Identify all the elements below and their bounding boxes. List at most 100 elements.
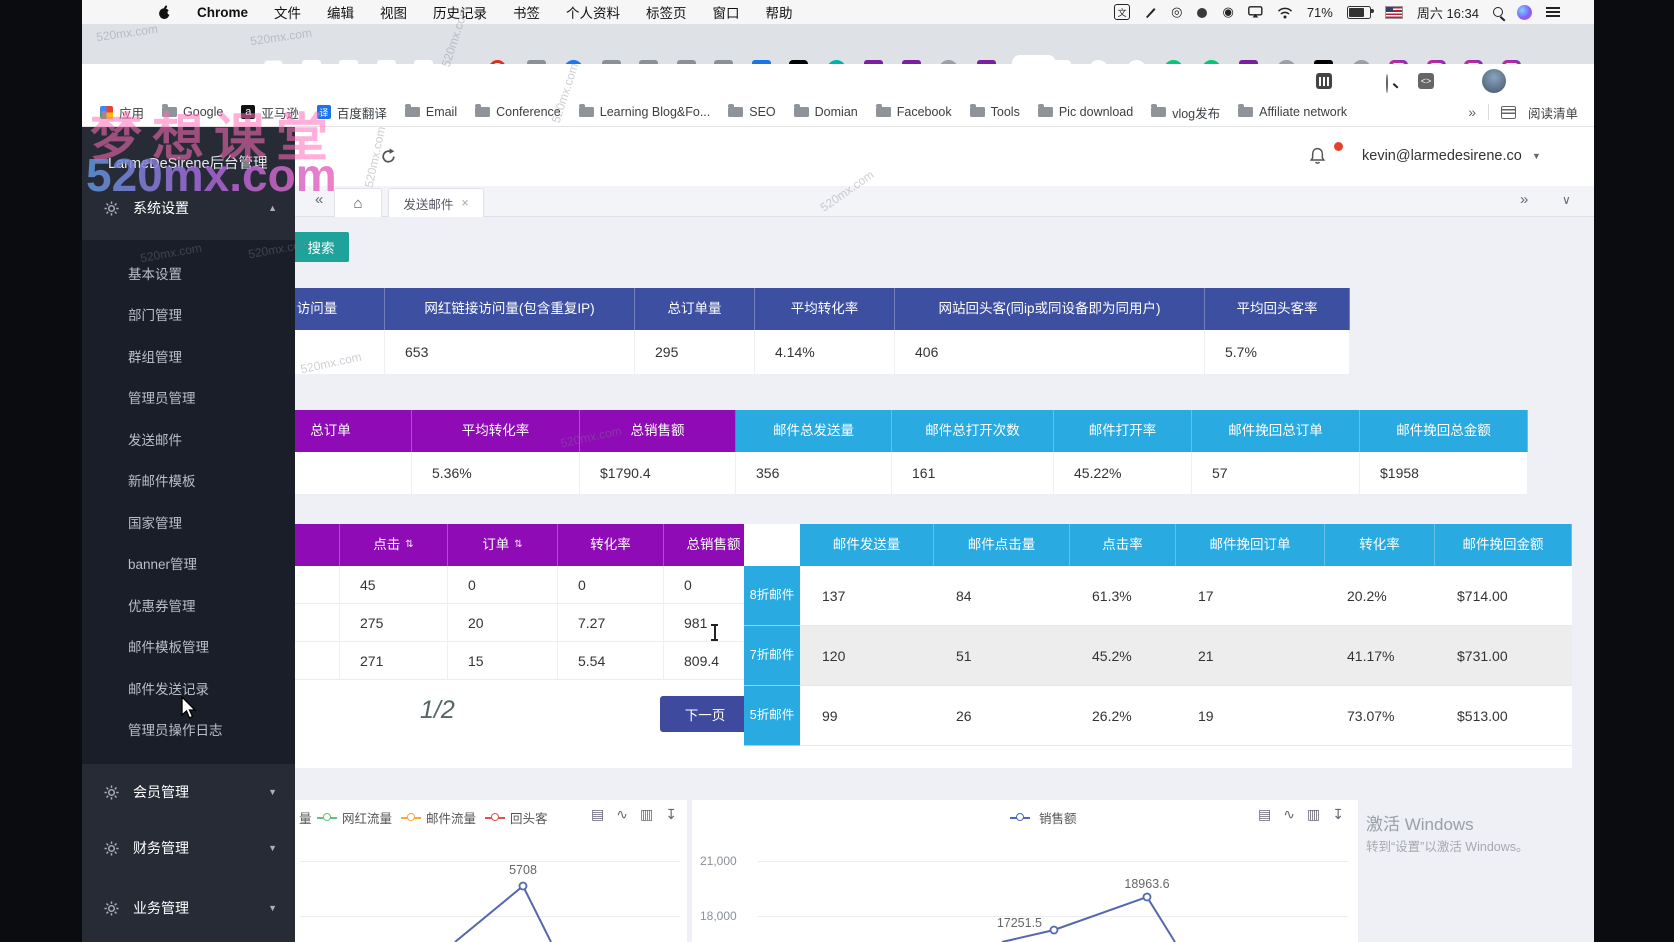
folder-icon xyxy=(1151,107,1166,117)
sidebar-group-finance[interactable]: 财务管理 ▼ xyxy=(82,828,295,868)
site-overview-header-row: 访问量网红链接访问量(包含重复IP)总订单量平均转化率网站回头客(同ip或同设备… xyxy=(250,288,1350,330)
cell: 271 xyxy=(340,642,448,680)
menubar-item-3[interactable]: 视图 xyxy=(380,2,407,22)
sidebar-group-business[interactable]: 业务管理 ▼ xyxy=(82,888,295,928)
cell: 120 xyxy=(800,626,934,686)
email-detail-rowheader-1[interactable]: 7折邮件 xyxy=(744,626,800,686)
reading-list-label[interactable]: 阅读清单 xyxy=(1528,103,1578,122)
site-header-cell-1: 网红链接访问量(包含重复IP) xyxy=(385,288,635,330)
bookmark-8[interactable]: Domian xyxy=(794,105,858,119)
gear-icon xyxy=(104,901,119,916)
sidebar-item-1[interactable]: 部门管理 xyxy=(82,294,295,336)
bookmark-5[interactable]: Conference xyxy=(475,105,561,119)
sidebar-item-5[interactable]: 新邮件模板 xyxy=(82,460,295,502)
cell: 45 xyxy=(340,566,448,604)
bookmark-label: vlog发布 xyxy=(1172,103,1220,122)
close-tab-icon[interactable]: × xyxy=(461,196,468,210)
evernote-icon[interactable] xyxy=(1196,6,1208,19)
email-detail-header-cell-5: 邮件挽回金额 xyxy=(1435,524,1572,566)
accessibility-icon[interactable]: ◉ xyxy=(1222,4,1233,20)
search-extension-icon[interactable] xyxy=(1386,74,1388,93)
notification-bell-icon[interactable] xyxy=(1308,146,1327,171)
user-email[interactable]: kevin@larmedesirene.co xyxy=(1362,148,1522,164)
left-detail-header-1[interactable]: 点击⇅ xyxy=(340,524,448,566)
tab-send-mail[interactable]: 发送邮件 × xyxy=(388,188,484,217)
tab-title: 发送邮件 xyxy=(403,194,453,213)
sort-icon[interactable]: ⇅ xyxy=(405,539,413,552)
email-detail-corner xyxy=(744,524,800,566)
sidebar-item-3[interactable]: 管理员管理 xyxy=(82,377,295,419)
sales-blue-header-cell-0: 邮件总发送量 xyxy=(736,410,892,452)
apple-logo-icon[interactable] xyxy=(158,5,171,20)
email-detail-header-row: 邮件发送量邮件点击量点击率邮件挽回订单转化率邮件挽回金额 xyxy=(744,524,1572,566)
airplay-icon[interactable] xyxy=(1248,6,1263,18)
chevron-up-icon: ▲ xyxy=(268,203,277,213)
sidebar-item-8[interactable]: 优惠券管理 xyxy=(82,584,295,626)
bookmark-10[interactable]: Tools xyxy=(970,105,1020,119)
user-dropdown-caret-icon[interactable]: ▼ xyxy=(1532,151,1541,161)
sidebar-group-members[interactable]: 会员管理 ▼ xyxy=(82,772,295,812)
email-detail-row-0: 8折邮件1378461.3%1720.2%$714.00 xyxy=(744,566,1572,626)
sidebar-item-7[interactable]: banner管理 xyxy=(82,543,295,585)
cell: 41.17% xyxy=(1325,626,1435,686)
chrome-addressbar xyxy=(82,64,1594,98)
menubar-clock[interactable]: 周六 16:34 xyxy=(1417,3,1479,22)
bookmark-7[interactable]: SEO xyxy=(728,105,775,119)
wifi-icon[interactable] xyxy=(1277,6,1293,19)
tabs-dropdown-icon[interactable]: ∨ xyxy=(1562,193,1571,207)
sort-icon[interactable]: ⇅ xyxy=(514,539,522,552)
input-source-icon[interactable]: 文 xyxy=(1114,4,1130,20)
site-value-cell-4: 406 xyxy=(895,330,1205,374)
sidebar-item-9[interactable]: 邮件模板管理 xyxy=(82,626,295,668)
analytics-extension-icon[interactable] xyxy=(1316,73,1332,89)
left-detail-table: 点击⇅订单⇅转化率总销售额 45000275207.27981271155.54… xyxy=(250,524,764,680)
folder-icon xyxy=(579,107,594,117)
bookmark-9[interactable]: Facebook xyxy=(876,105,952,119)
left-detail-header-2[interactable]: 订单⇅ xyxy=(448,524,558,566)
site-header-cell-5: 平均回头客率 xyxy=(1205,288,1350,330)
menubar-item-6[interactable]: 个人资料 xyxy=(566,2,620,22)
bookmark-4[interactable]: Email xyxy=(405,105,457,119)
bookmark-label: Facebook xyxy=(897,105,952,119)
reading-list-icon[interactable] xyxy=(1501,106,1516,119)
bookmark-12[interactable]: vlog发布 xyxy=(1151,103,1220,122)
next-page-button[interactable]: 下一页 xyxy=(660,696,750,732)
sales-blue-header-cell-2: 邮件打开率 xyxy=(1054,410,1192,452)
left-detail-footer: 1/2 下一页 xyxy=(250,680,764,746)
chevron-down-icon: ▼ xyxy=(268,787,277,797)
menubar-item-2[interactable]: 编辑 xyxy=(327,2,354,22)
menubar-item-7[interactable]: 标签页 xyxy=(646,2,687,22)
home-icon: ⌂ xyxy=(353,195,362,212)
bookmark-6[interactable]: Learning Blog&Fo... xyxy=(579,105,711,119)
email-detail-rowheader-0[interactable]: 8折邮件 xyxy=(744,566,800,626)
bookmark-11[interactable]: Pic download xyxy=(1038,105,1133,119)
hotspot-icon[interactable]: ◎ xyxy=(1171,4,1182,20)
menubar-item-1[interactable]: 文件 xyxy=(274,2,301,22)
site-overview-value-row: 6532954.14%4065.7% xyxy=(250,330,1350,374)
sidebar-item-6[interactable]: 国家管理 xyxy=(82,501,295,543)
group-label: 会员管理 xyxy=(133,782,189,802)
control-center-icon[interactable] xyxy=(1546,7,1560,17)
email-detail-rowheader-2[interactable]: 5折邮件 xyxy=(744,686,800,746)
spotlight-icon[interactable] xyxy=(1493,7,1503,17)
pen-icon[interactable] xyxy=(1144,6,1157,19)
tabs-scroll-right-icon[interactable]: » xyxy=(1520,191,1528,208)
menubar-item-0[interactable]: Chrome xyxy=(197,5,248,20)
bookmarks-overflow-chevron[interactable]: » xyxy=(1468,104,1476,120)
battery-icon xyxy=(1347,6,1371,19)
menubar-item-8[interactable]: 窗口 xyxy=(713,2,740,22)
siri-icon[interactable] xyxy=(1517,5,1532,20)
menubar-item-5[interactable]: 书签 xyxy=(513,2,540,22)
us-flag-icon[interactable] xyxy=(1385,6,1403,19)
menubar-item-9[interactable]: 帮助 xyxy=(766,2,793,22)
home-tab[interactable]: ⌂ xyxy=(334,188,382,217)
bookmark-13[interactable]: Affiliate network xyxy=(1238,105,1347,119)
battery-percent: 71% xyxy=(1307,5,1333,20)
folder-icon xyxy=(970,107,985,117)
macos-menubar: Chrome文件编辑视图历史记录书签个人资料标签页窗口帮助 文 ◎ ◉ 71% … xyxy=(82,0,1594,25)
sidebar-item-2[interactable]: 群组管理 xyxy=(82,335,295,377)
sidebar-item-4[interactable]: 发送邮件 xyxy=(82,418,295,460)
profile-avatar[interactable] xyxy=(1482,69,1506,93)
code-extension-icon[interactable]: <> xyxy=(1418,73,1434,89)
watermark-site: 520mx.com xyxy=(86,148,337,202)
